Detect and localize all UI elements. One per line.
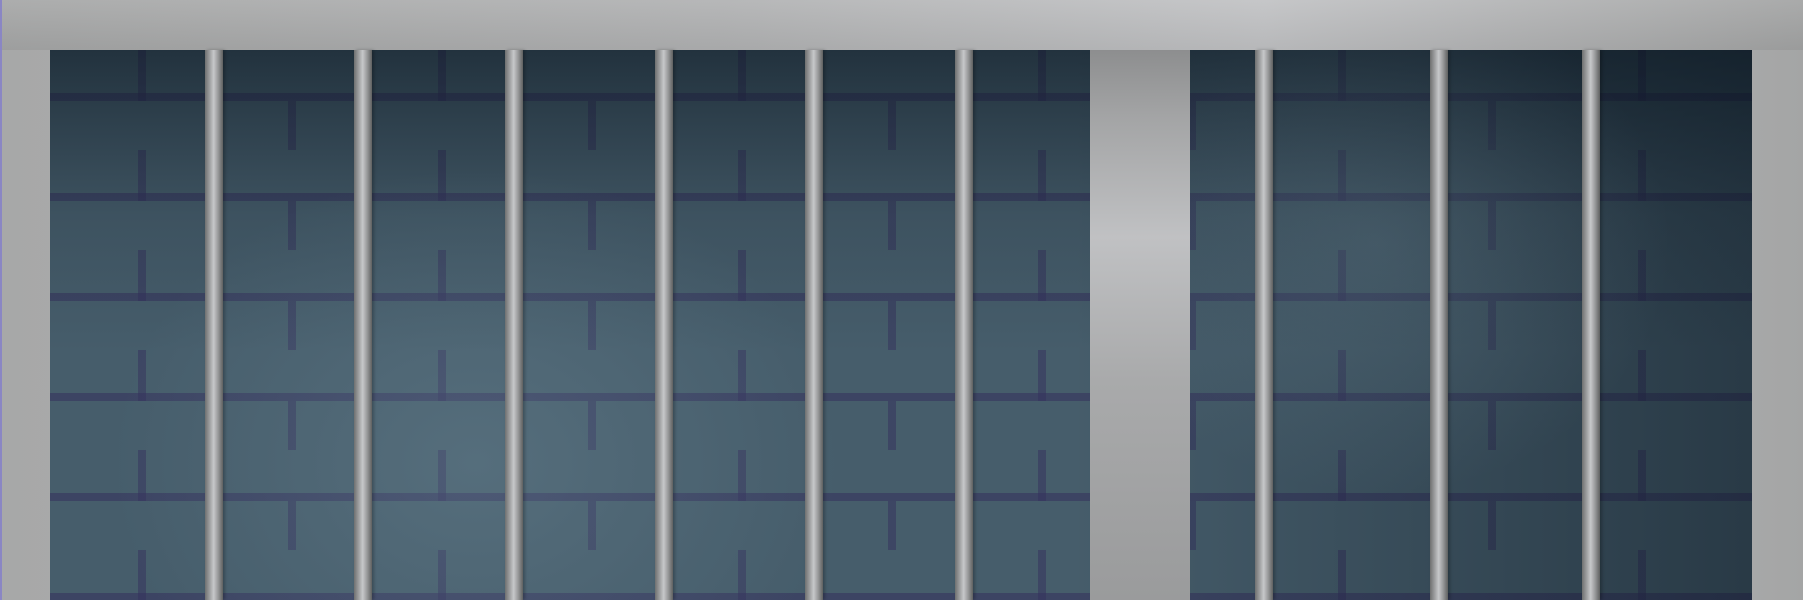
cell-bar [955, 50, 973, 600]
cell-bar [1255, 50, 1273, 600]
jail-cell-scene [0, 0, 1803, 600]
cell-bar [805, 50, 823, 600]
cell-bar [205, 50, 223, 600]
cell-interior [50, 50, 1752, 600]
center-post [1090, 50, 1190, 600]
cell-lighting [50, 50, 1752, 600]
cell-bar [655, 50, 673, 600]
cell-bar [1582, 50, 1600, 600]
cell-bar [354, 50, 372, 600]
cell-bar [1430, 50, 1448, 600]
frame-top-shade [2, 0, 1803, 50]
cell-bar [505, 50, 523, 600]
